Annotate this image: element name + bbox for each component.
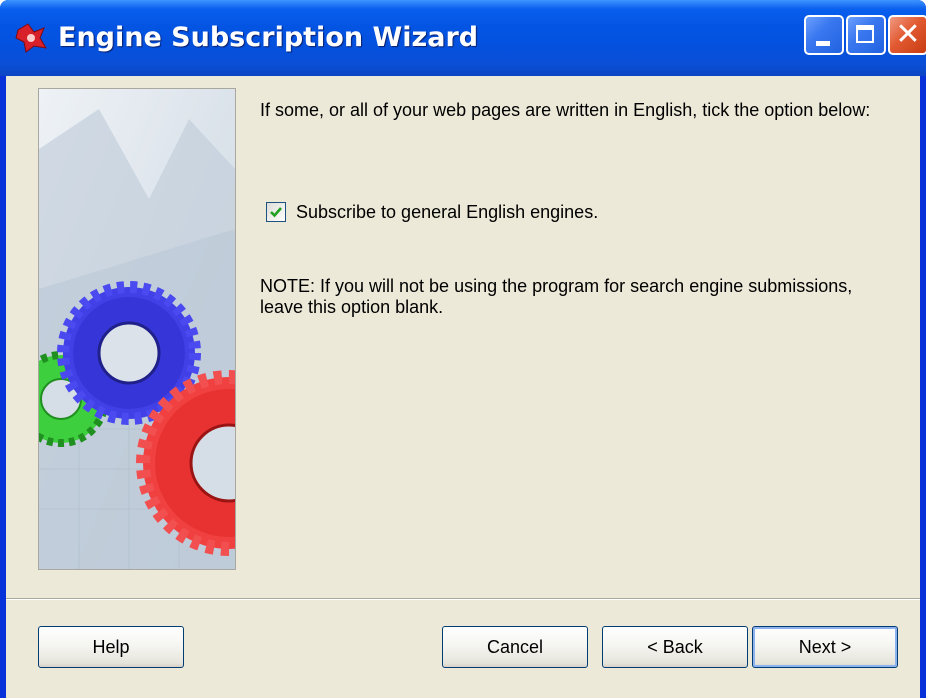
note-text: NOTE: If you will not be using the progr… [260, 276, 853, 317]
checkmark-icon [270, 207, 282, 218]
minimize-icon [816, 41, 830, 46]
wizard-client-area: If some, or all of your web pages are wr… [6, 76, 920, 698]
back-button[interactable]: < Back [602, 626, 748, 668]
gears-illustration [38, 88, 236, 570]
maximize-button[interactable] [846, 15, 886, 55]
intro-text: If some, or all of your web pages are wr… [260, 100, 871, 120]
cancel-button[interactable]: Cancel [442, 626, 588, 668]
minimize-button[interactable] [804, 15, 844, 55]
wizard-app-icon [15, 23, 47, 53]
next-button[interactable]: Next > [752, 626, 898, 668]
close-icon: ✕ [895, 17, 921, 52]
maximize-icon [856, 25, 874, 43]
window-border-right [920, 76, 926, 698]
window-title: Engine Subscription Wizard [58, 22, 479, 53]
title-bar[interactable]: Engine Subscription Wizard ✕ [0, 0, 926, 76]
wizard-window: Engine Subscription Wizard ✕ If some, or… [0, 0, 926, 698]
english-engines-checkbox[interactable] [266, 202, 286, 222]
window-border-left [0, 76, 6, 698]
english-engines-label[interactable]: Subscribe to general English engines. [296, 202, 598, 223]
help-button[interactable]: Help [38, 626, 184, 668]
english-engines-option[interactable]: Subscribe to general English engines. [266, 200, 866, 224]
close-button[interactable]: ✕ [888, 15, 926, 55]
button-separator [6, 598, 920, 600]
